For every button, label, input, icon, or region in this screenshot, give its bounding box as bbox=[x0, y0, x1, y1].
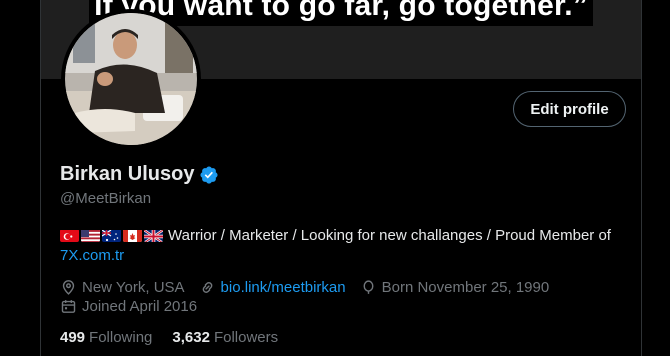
user-handle: @MeetBirkan bbox=[60, 190, 152, 207]
canada-flag-icon bbox=[123, 229, 142, 242]
location-pin-icon bbox=[62, 280, 75, 295]
usa-flag-icon bbox=[81, 229, 100, 242]
profile-joined-row: Joined April 2016 bbox=[60, 298, 211, 315]
verified-badge-icon[interactable] bbox=[199, 165, 219, 185]
display-name-row: Birkan Ulusoy bbox=[60, 163, 219, 186]
birthday-item: Born November 25, 1990 bbox=[360, 279, 550, 296]
flag-list bbox=[60, 229, 163, 242]
turkey-flag-icon bbox=[60, 229, 79, 242]
following-link[interactable]: 499 Following bbox=[60, 329, 152, 346]
birthday-text: Born November 25, 1990 bbox=[381, 279, 550, 296]
uk-flag-icon bbox=[144, 229, 163, 242]
followers-count: 3,632 bbox=[172, 329, 210, 346]
profile-meta-row: New York, USA bio.link/meetbirkan Born N… bbox=[60, 279, 563, 296]
calendar-icon bbox=[61, 300, 76, 313]
avatar[interactable] bbox=[61, 9, 201, 149]
bio-link[interactable]: 7X.com.tr bbox=[60, 247, 124, 264]
profile-bio: Warrior / Marketer / Looking for new cha… bbox=[60, 226, 640, 266]
location-item: New York, USA bbox=[60, 279, 185, 296]
website-item[interactable]: bio.link/meetbirkan bbox=[199, 279, 346, 296]
location-text: New York, USA bbox=[82, 279, 185, 296]
avatar-photo bbox=[65, 13, 197, 145]
joined-item: Joined April 2016 bbox=[60, 298, 197, 315]
website-link[interactable]: bio.link/meetbirkan bbox=[221, 279, 346, 296]
bio-text: Warrior / Marketer / Looking for new cha… bbox=[168, 227, 611, 244]
display-name: Birkan Ulusoy bbox=[60, 163, 195, 185]
follow-stats: 499 Following 3,632 Followers bbox=[60, 329, 298, 346]
joined-text: Joined April 2016 bbox=[82, 298, 198, 315]
edit-profile-button[interactable]: Edit profile bbox=[513, 91, 626, 127]
following-label: Following bbox=[89, 329, 153, 346]
followers-label: Followers bbox=[213, 329, 279, 346]
balloon-icon bbox=[363, 280, 374, 294]
link-icon bbox=[202, 282, 212, 293]
followers-link[interactable]: 3,632 Followers bbox=[172, 329, 278, 346]
following-count: 499 bbox=[60, 329, 86, 346]
australia-flag-icon bbox=[102, 229, 121, 242]
